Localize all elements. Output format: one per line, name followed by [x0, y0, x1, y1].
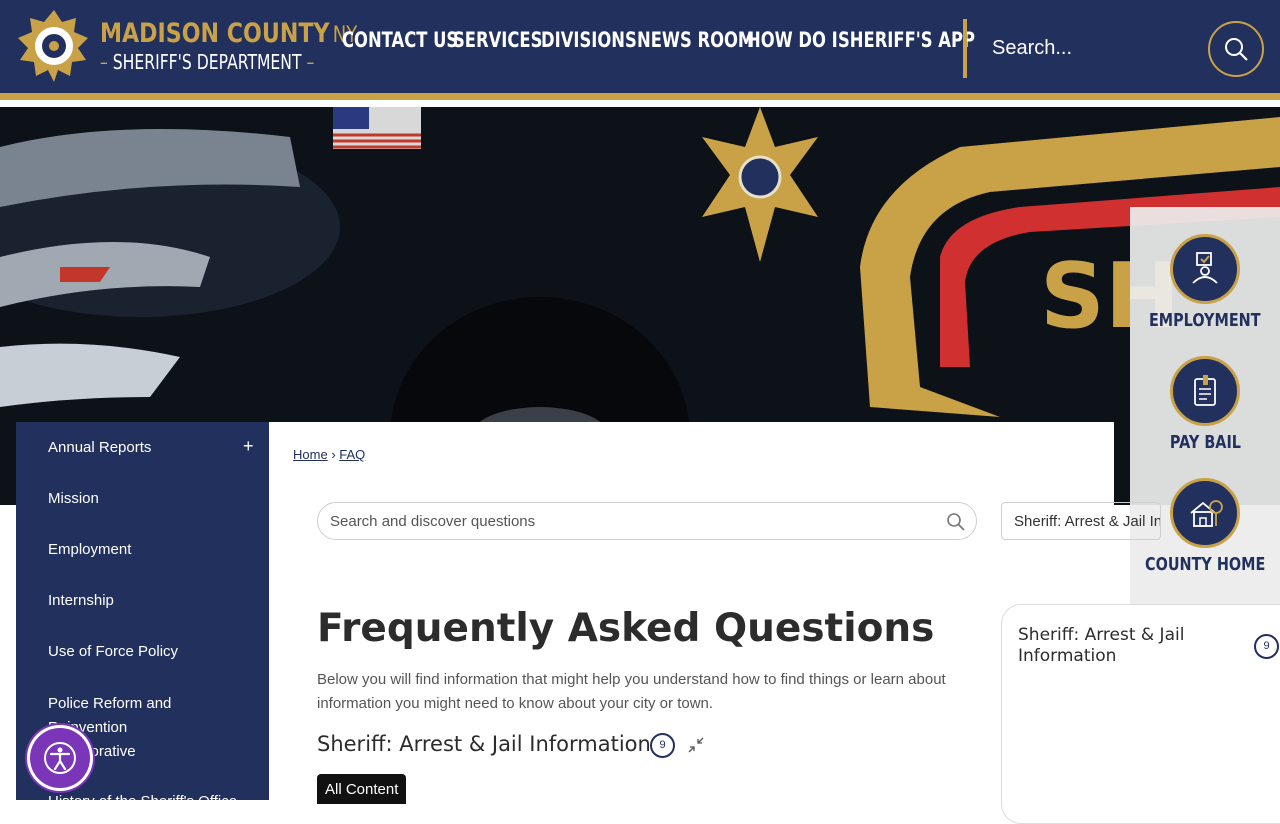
- category-card-title: Sheriff: Arrest & Jail Information: [1018, 625, 1185, 666]
- sidebar-item-use-of-force[interactable]: Use of Force Policy: [48, 640, 178, 664]
- intro-text: Below you will find information that mig…: [317, 671, 946, 712]
- nav-divisions[interactable]: DIVISIONS: [541, 28, 637, 52]
- nav-divider: [963, 19, 967, 78]
- main-content: Home › FAQ Search and discover questions…: [269, 422, 1161, 804]
- site-search-button[interactable]: [1208, 21, 1264, 77]
- breadcrumb: Home › FAQ: [293, 447, 365, 462]
- section-count-badge: 9: [650, 733, 675, 758]
- quick-link-label: PAY BAIL: [1169, 432, 1241, 453]
- quick-link-employment[interactable]: EMPLOYMENT: [1130, 234, 1280, 331]
- nav-news-room[interactable]: NEWS ROOM: [637, 28, 754, 52]
- county-home-icon: [1170, 478, 1240, 548]
- nav-contact-us[interactable]: CONTACT US: [342, 28, 458, 52]
- sidebar-item-employment[interactable]: Employment: [48, 538, 131, 562]
- breadcrumb-separator: ›: [331, 447, 336, 462]
- quick-link-label: EMPLOYMENT: [1149, 310, 1261, 331]
- category-select[interactable]: Sheriff: Arrest & Jail Information: [1001, 502, 1161, 540]
- logo-subtitle: – SHERIFF'S DEPARTMENT –: [100, 50, 315, 74]
- breadcrumb-faq[interactable]: FAQ: [339, 447, 365, 462]
- sidebar-item-internship[interactable]: Internship: [48, 589, 114, 613]
- quick-links-panel: EMPLOYMENT PAY BAIL COUNTY HOME: [1130, 207, 1280, 605]
- nav-services[interactable]: SERVICES: [453, 28, 542, 52]
- sidebar-item-mission[interactable]: Mission: [48, 487, 99, 511]
- site-search-input[interactable]: Search...: [992, 37, 1072, 60]
- sheriff-badge-logo[interactable]: [16, 8, 92, 84]
- site-header: MADISON COUNTY NY – SHERIFF'S DEPARTMENT …: [0, 0, 1280, 100]
- sidebar-item-annual-reports[interactable]: Annual Reports: [48, 436, 151, 460]
- collapse-icon[interactable]: [687, 736, 705, 759]
- search-icon[interactable]: [946, 512, 966, 532]
- site-search-placeholder: Search...: [992, 37, 1073, 59]
- pay-bail-icon: [1170, 356, 1240, 426]
- nav-sheriffs-app[interactable]: SHERIFF'S APP: [838, 28, 975, 52]
- category-count-badge: 9: [1254, 634, 1279, 659]
- sidebar-item-history[interactable]: History of the Sheriff's Office: [48, 790, 237, 814]
- expand-icon[interactable]: +: [243, 436, 254, 457]
- logo-title[interactable]: MADISON COUNTY NY: [100, 18, 357, 49]
- section-title: Sheriff: Arrest & Jail Information: [317, 732, 651, 756]
- logo-county-name: MADISON COUNTY: [100, 18, 330, 49]
- breadcrumb-home[interactable]: Home: [293, 447, 328, 462]
- quick-link-pay-bail[interactable]: PAY BAIL: [1130, 356, 1280, 453]
- category-card[interactable]: Sheriff: Arrest & Jail Information 9: [1001, 604, 1280, 824]
- employment-icon: [1170, 234, 1240, 304]
- search-icon: [1225, 38, 1248, 61]
- faq-search-placeholder: Search and discover questions: [330, 513, 536, 530]
- category-select-value: Sheriff: Arrest & Jail Information: [1014, 513, 1161, 530]
- logo-subtitle-text: SHERIFF'S DEPARTMENT: [112, 50, 302, 74]
- quick-link-label: COUNTY HOME: [1145, 554, 1266, 575]
- nav-how-do-i[interactable]: HOW DO I: [747, 28, 838, 52]
- accessibility-icon: [44, 742, 76, 774]
- accessibility-button[interactable]: [30, 728, 90, 788]
- faq-search-input[interactable]: Search and discover questions: [317, 502, 977, 540]
- page-title: Frequently Asked Questions: [317, 606, 935, 651]
